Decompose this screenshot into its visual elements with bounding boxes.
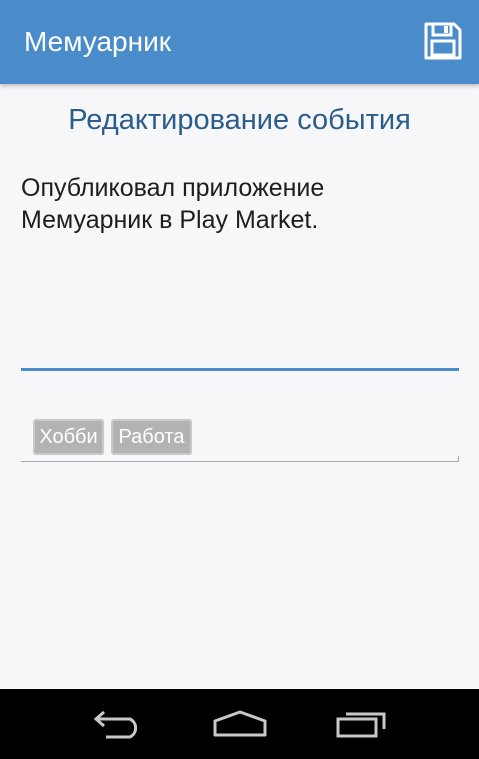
back-arrow-icon	[93, 710, 138, 739]
tags-field-underline-end	[458, 456, 459, 462]
tag-chip-hobby[interactable]: Хобби	[33, 419, 104, 455]
system-nav-bar	[0, 689, 479, 759]
app-title: Мемуарник	[24, 26, 171, 57]
save-button[interactable]	[422, 20, 464, 62]
app-bar: Мемуарник	[0, 0, 479, 84]
recent-apps-button[interactable]	[302, 689, 422, 759]
text-field-underline	[21, 368, 459, 371]
tags-field-underline	[21, 461, 459, 462]
event-text-field[interactable]: Опубликовал приложение Мемуарник в Play …	[21, 172, 459, 368]
home-button[interactable]	[180, 689, 300, 759]
floppy-disk-icon	[424, 22, 462, 60]
recent-apps-icon	[336, 712, 386, 738]
home-icon	[213, 710, 267, 737]
back-button[interactable]	[60, 689, 180, 759]
page-title: Редактирование события	[68, 104, 411, 136]
tag-chip-work[interactable]: Работа	[111, 419, 192, 455]
